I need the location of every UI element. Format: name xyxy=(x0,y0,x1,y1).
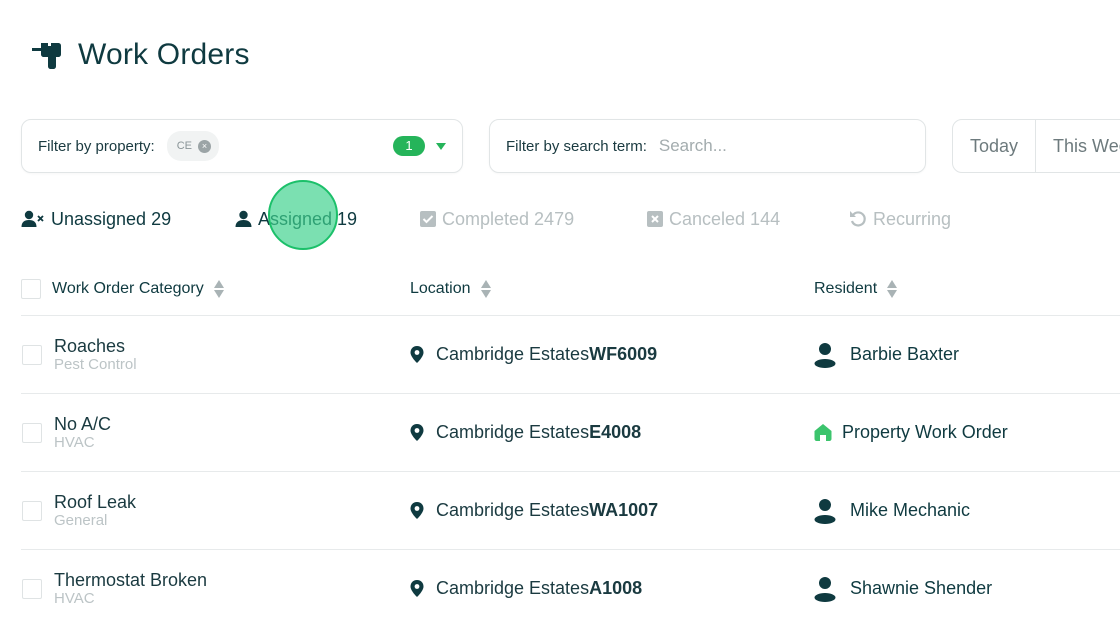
search-input[interactable] xyxy=(658,136,879,156)
category-subtitle: HVAC xyxy=(54,433,95,451)
resident-name: Barbie Baxter xyxy=(850,344,960,364)
table-row[interactable]: Roof Leak General Cambridge Estates WA100… xyxy=(21,472,1120,550)
resident-name: Mike Mechanic xyxy=(850,500,971,520)
category-title: Roaches xyxy=(54,335,126,356)
map-pin-icon xyxy=(410,502,424,519)
status-tab-recurring[interactable]: Recurring xyxy=(849,205,951,233)
search-filter-label: Filter by search term: xyxy=(506,137,647,155)
page-title: Work Orders xyxy=(78,38,250,71)
category-subtitle: HVAC xyxy=(54,589,95,607)
property-name: Cambridge Estates xyxy=(436,500,590,520)
work-orders-table: Work Order Category Location Resident Ro… xyxy=(21,262,1120,626)
row-checkbox[interactable] xyxy=(22,344,42,365)
category-subtitle: General xyxy=(54,511,108,529)
location-cell: Cambridge Estates A1008 xyxy=(410,550,642,626)
property-name: Cambridge Estates xyxy=(436,344,590,364)
page-header: Work Orders xyxy=(30,38,250,72)
status-tab-completed[interactable]: Completed 2479 xyxy=(420,205,574,233)
table-header: Work Order Category Location Resident xyxy=(21,262,1120,316)
status-tab-label: Assigned 19 xyxy=(258,208,358,229)
date-tab-today[interactable]: Today xyxy=(953,120,1035,172)
row-checkbox[interactable] xyxy=(22,422,42,443)
column-header-label: Work Order Category xyxy=(52,279,204,297)
resident-cell[interactable]: Shawnie Shender xyxy=(814,550,992,626)
sort-icon[interactable] xyxy=(887,279,898,298)
drill-icon xyxy=(30,40,64,70)
category-title: Thermostat Broken xyxy=(54,569,208,590)
location-cell: Cambridge Estates WF6009 xyxy=(410,316,657,393)
column-header-label: Resident xyxy=(814,279,878,297)
person-icon xyxy=(814,342,836,368)
person-icon xyxy=(814,498,836,524)
selected-count-badge: 1 xyxy=(393,136,425,156)
user-icon xyxy=(235,210,252,228)
undo-icon xyxy=(849,210,867,228)
column-header-location[interactable]: Location xyxy=(410,279,491,298)
x-square-icon xyxy=(647,211,663,227)
property-filter[interactable]: Filter by property: CE × 1 xyxy=(21,119,463,173)
date-tab-this-week[interactable]: This Week xyxy=(1035,120,1120,172)
map-pin-icon xyxy=(410,424,424,441)
resident-name: Property Work Order xyxy=(842,422,1008,442)
select-all-checkbox[interactable] xyxy=(21,278,41,299)
map-pin-icon xyxy=(410,346,424,363)
unit-number: WF6009 xyxy=(589,344,658,364)
check-square-icon xyxy=(420,211,436,227)
row-checkbox[interactable] xyxy=(22,578,42,599)
unit-number: WA1007 xyxy=(589,500,659,520)
column-header-category[interactable]: Work Order Category xyxy=(52,279,224,298)
resident-name: Shawnie Shender xyxy=(850,578,993,598)
status-tab-assigned[interactable]: Assigned 19 xyxy=(235,205,357,233)
resident-cell[interactable]: Barbie Baxter xyxy=(814,316,959,393)
resident-cell[interactable]: Property Work Order xyxy=(814,394,1008,471)
sort-icon[interactable] xyxy=(480,279,491,298)
property-name: Cambridge Estates xyxy=(436,422,590,442)
unit-number: A1008 xyxy=(589,578,643,598)
search-filter: Filter by search term: xyxy=(489,119,926,173)
category-title: Roof Leak xyxy=(54,491,137,512)
map-pin-icon xyxy=(410,580,424,597)
home-icon xyxy=(814,424,832,441)
row-checkbox[interactable] xyxy=(22,500,42,521)
status-tab-label: Unassigned 29 xyxy=(51,208,172,229)
remove-chip-icon[interactable]: × xyxy=(198,139,211,153)
person-icon xyxy=(814,576,836,602)
column-header-label: Location xyxy=(410,279,471,297)
table-row[interactable]: Thermostat Broken HVAC Cambridge Estates… xyxy=(21,550,1120,626)
property-chip[interactable]: CE × xyxy=(166,131,219,161)
resident-cell[interactable]: Mike Mechanic xyxy=(814,472,970,549)
category-title: No A/C xyxy=(54,413,112,434)
property-name: Cambridge Estates xyxy=(436,578,590,598)
date-range-tabs: Today This Week xyxy=(952,119,1120,173)
caret-down-icon[interactable] xyxy=(436,143,446,150)
category-subtitle: Pest Control xyxy=(54,355,137,373)
status-tab-label: Completed 2479 xyxy=(442,208,575,229)
property-filter-label: Filter by property: xyxy=(38,137,155,155)
status-tab-unassigned[interactable]: Unassigned 29 xyxy=(21,205,171,233)
user-x-icon xyxy=(21,210,45,228)
sort-icon[interactable] xyxy=(213,279,224,298)
select-all-checkbox-wrap xyxy=(21,278,41,299)
status-tab-canceled[interactable]: Canceled 144 xyxy=(647,205,780,233)
status-tab-label: Recurring xyxy=(873,208,952,229)
unit-number: E4008 xyxy=(589,422,642,442)
location-cell: Cambridge Estates WA1007 xyxy=(410,472,658,549)
property-chip-label: CE xyxy=(176,140,192,152)
column-header-resident[interactable]: Resident xyxy=(814,279,898,298)
location-cell: Cambridge Estates E4008 xyxy=(410,394,641,471)
table-row[interactable]: No A/C HVAC Cambridge Estates E4008 Prope… xyxy=(21,394,1120,472)
table-row[interactable]: Roaches Pest Control Cambridge Estates WF… xyxy=(21,316,1120,394)
status-tab-label: Canceled 144 xyxy=(669,208,781,229)
